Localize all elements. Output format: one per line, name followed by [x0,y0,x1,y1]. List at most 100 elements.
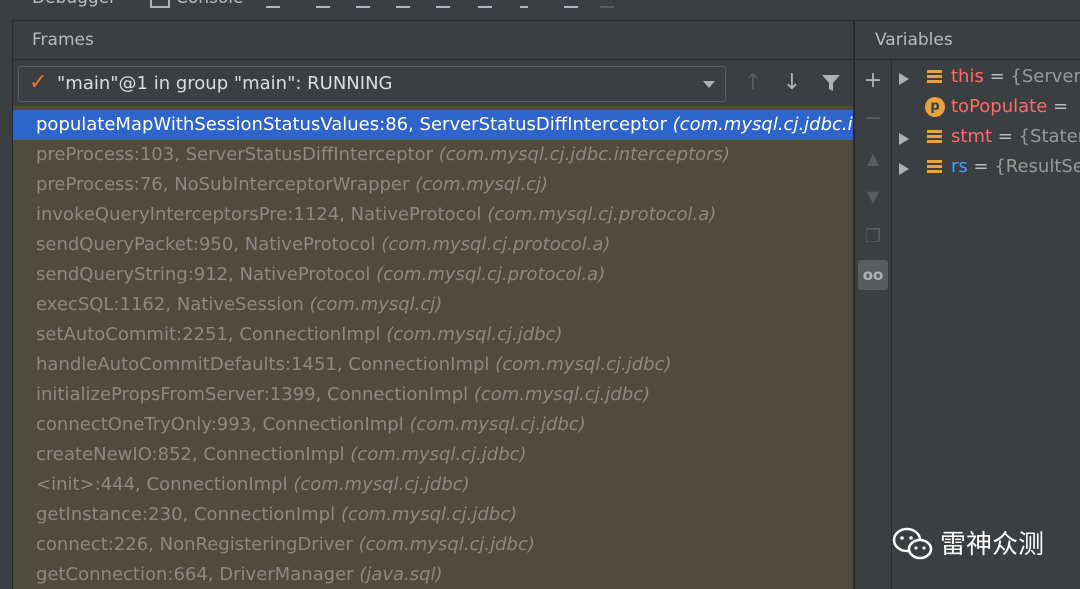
drop-frame-icon[interactable] [478,0,492,8]
frames-toolbar: ✓ "main"@1 in group "main": RUNNING ↑ ↓ [13,60,853,106]
parameter-icon: p [925,97,945,117]
frame-method: getInstance:230, ConnectionImpl [36,504,336,525]
frame-package: (java.sql) [359,564,443,585]
frame-method: createNewIO:852, ConnectionImpl [36,444,345,465]
frame-package: (com.mysql.cj.jdbc.interceptors) [438,144,730,165]
frame-package: (com.mysql.cj.jdbc) [293,474,470,495]
move-up-icon[interactable]: ▲ [858,144,888,174]
expand-arrow-icon[interactable] [899,133,909,145]
move-down-icon[interactable]: ▼ [858,182,888,212]
frame-row[interactable]: getInstance:230, ConnectionImpl (com.mys… [13,500,853,530]
frame-package: (com.mysql.cj.jdbc) [358,534,535,555]
frame-package: (com.mysql.cj.jdbc) [350,444,527,465]
variable-row-rs[interactable]: rs = {ResultSetImpl [892,152,1080,182]
copy-icon[interactable]: ❐ [858,222,888,252]
variables-title: Variables [875,30,953,50]
field-icon [927,160,942,174]
frame-package: (com.mysql.cj.jdbc) [340,504,518,525]
left-tool-gutter [0,20,13,589]
frame-row[interactable]: preProcess:103, ServerStatusDiffIntercep… [13,140,853,170]
frame-package: (com.mysql.cj.jdbc) [409,414,586,435]
add-watch-icon[interactable]: + [858,66,888,96]
step-into-icon[interactable] [356,0,370,8]
frames-header: Frames [13,21,853,60]
frame-package: (com.mysql.cj.jdbc) [495,354,672,375]
frame-method: preProcess:103, ServerStatusDiffIntercep… [36,144,434,165]
evaluate-expression-icon[interactable] [564,0,578,8]
tab-debugger[interactable]: Debugger [32,0,116,8]
chevron-down-icon [703,81,715,88]
variables-tree: this = {ServerStatusDiffInterceptor p to… [892,60,1080,589]
field-icon [927,130,942,144]
frame-package: (com.mysql.cj.protocol.a) [376,264,606,285]
frame-method: <init>:444, ConnectionImpl [36,474,288,495]
expand-arrow-icon[interactable] [899,163,909,175]
frame-row[interactable]: <init>:444, ConnectionImpl (com.mysql.cj… [13,470,853,500]
frame-method: sendQueryString:912, NativeProtocol [36,264,371,285]
previous-frame-button[interactable]: ↑ [738,68,768,98]
frame-package: (com.mysql.cj.protocol.a) [487,204,717,225]
frame-row[interactable]: initializePropsFromServer:1399, Connecti… [13,380,853,410]
frames-list: populateMapWithSessionStatusValues:86, S… [13,106,853,589]
tab-console[interactable]: Console [176,0,244,8]
debugger-tab-bar: Debugger Console [0,0,1080,21]
check-icon: ✓ [29,70,48,95]
thread-selector-value: "main"@1 in group "main": RUNNING [57,73,393,94]
force-step-into-icon[interactable] [396,0,410,8]
frame-row[interactable]: connectOneTryOnly:993, ConnectionImpl (c… [13,410,853,440]
frame-row[interactable]: execSQL:1162, NativeSession (com.mysql.c… [13,290,853,320]
variable-name: rs [951,156,968,177]
frame-row[interactable]: connect:226, NonRegisteringDriver (com.m… [13,530,853,560]
run-to-cursor-icon[interactable] [520,0,528,8]
glasses-icon[interactable]: oo [858,260,888,290]
variable-row-topopulate[interactable]: p toPopulate = [892,92,1080,122]
frame-row[interactable]: sendQueryString:912, NativeProtocol (com… [13,260,853,290]
variable-name: this [951,66,984,87]
frame-method: populateMapWithSessionStatusValues:86, S… [36,114,667,135]
thread-selector[interactable]: ✓ "main"@1 in group "main": RUNNING [18,66,726,102]
frame-row[interactable]: handleAutoCommitDefaults:1451, Connectio… [13,350,853,380]
variable-value: {StatementImpl [1018,126,1080,147]
frame-method: sendQueryPacket:950, NativeProtocol [36,234,376,255]
frame-method: setAutoCommit:2251, ConnectionImpl [36,324,381,345]
frame-row[interactable]: sendQueryPacket:950, NativeProtocol (com… [13,230,853,260]
frame-package: (com.mysql.cj) [309,294,443,315]
frame-method: connect:226, NonRegisteringDriver [36,534,353,555]
variable-name: toPopulate [951,96,1048,117]
wechat-icon [892,527,933,560]
step-out-icon[interactable] [436,0,450,8]
remove-watch-icon[interactable]: − [858,104,888,134]
field-icon [927,70,942,84]
layout-settings-icon[interactable] [266,0,280,8]
frame-package: (com.mysql.cj.jdbc) [386,324,563,345]
variable-value: {ResultSetImpl [994,156,1080,177]
frame-method: connectOneTryOnly:993, ConnectionImpl [36,414,404,435]
frame-row[interactable]: setAutoCommit:2251, ConnectionImpl (com.… [13,320,853,350]
variable-row-stmt[interactable]: stmt = {StatementImpl [892,122,1080,152]
frames-title: Frames [32,30,94,50]
frame-package: (com.mysql.cj.protocol.a) [381,234,611,255]
frame-method: handleAutoCommitDefaults:1451, Connectio… [36,354,490,375]
frame-package: (com.mysql.cj) [415,174,548,195]
variables-header: Variables [855,21,1080,60]
step-over-icon[interactable] [316,0,330,8]
frame-row[interactable]: getConnection:664, DriverManager (java.s… [13,560,853,589]
frame-package: (com.mysql.cj.jdbc.interceptors) [672,114,853,135]
frame-row[interactable]: populateMapWithSessionStatusValues:86, S… [13,110,853,140]
watermark-text: 雷神众测 [940,530,1045,560]
frame-method: invokeQueryInterceptorsPre:1124, NativeP… [36,204,482,225]
frame-row[interactable]: invokeQueryInterceptorsPre:1124, NativeP… [13,200,853,230]
console-icon [150,0,170,8]
frame-method: preProcess:76, NoSubInterceptorWrapper [36,174,410,195]
variable-row-this[interactable]: this = {ServerStatusDiffInterceptor [892,62,1080,92]
frame-method: execSQL:1162, NativeSession [36,294,304,315]
frame-package: (com.mysql.cj.jdbc) [473,384,651,405]
filter-icon[interactable] [816,68,846,98]
variables-toolbar: + − ▲ ▼ ❐ oo [855,60,892,589]
frame-method: getConnection:664, DriverManager [36,564,354,585]
next-frame-button[interactable]: ↓ [777,68,807,98]
frame-row[interactable]: createNewIO:852, ConnectionImpl (com.mys… [13,440,853,470]
expand-arrow-icon[interactable] [899,73,909,85]
trace-icon[interactable] [600,0,614,8]
frame-row[interactable]: preProcess:76, NoSubInterceptorWrapper (… [13,170,853,200]
